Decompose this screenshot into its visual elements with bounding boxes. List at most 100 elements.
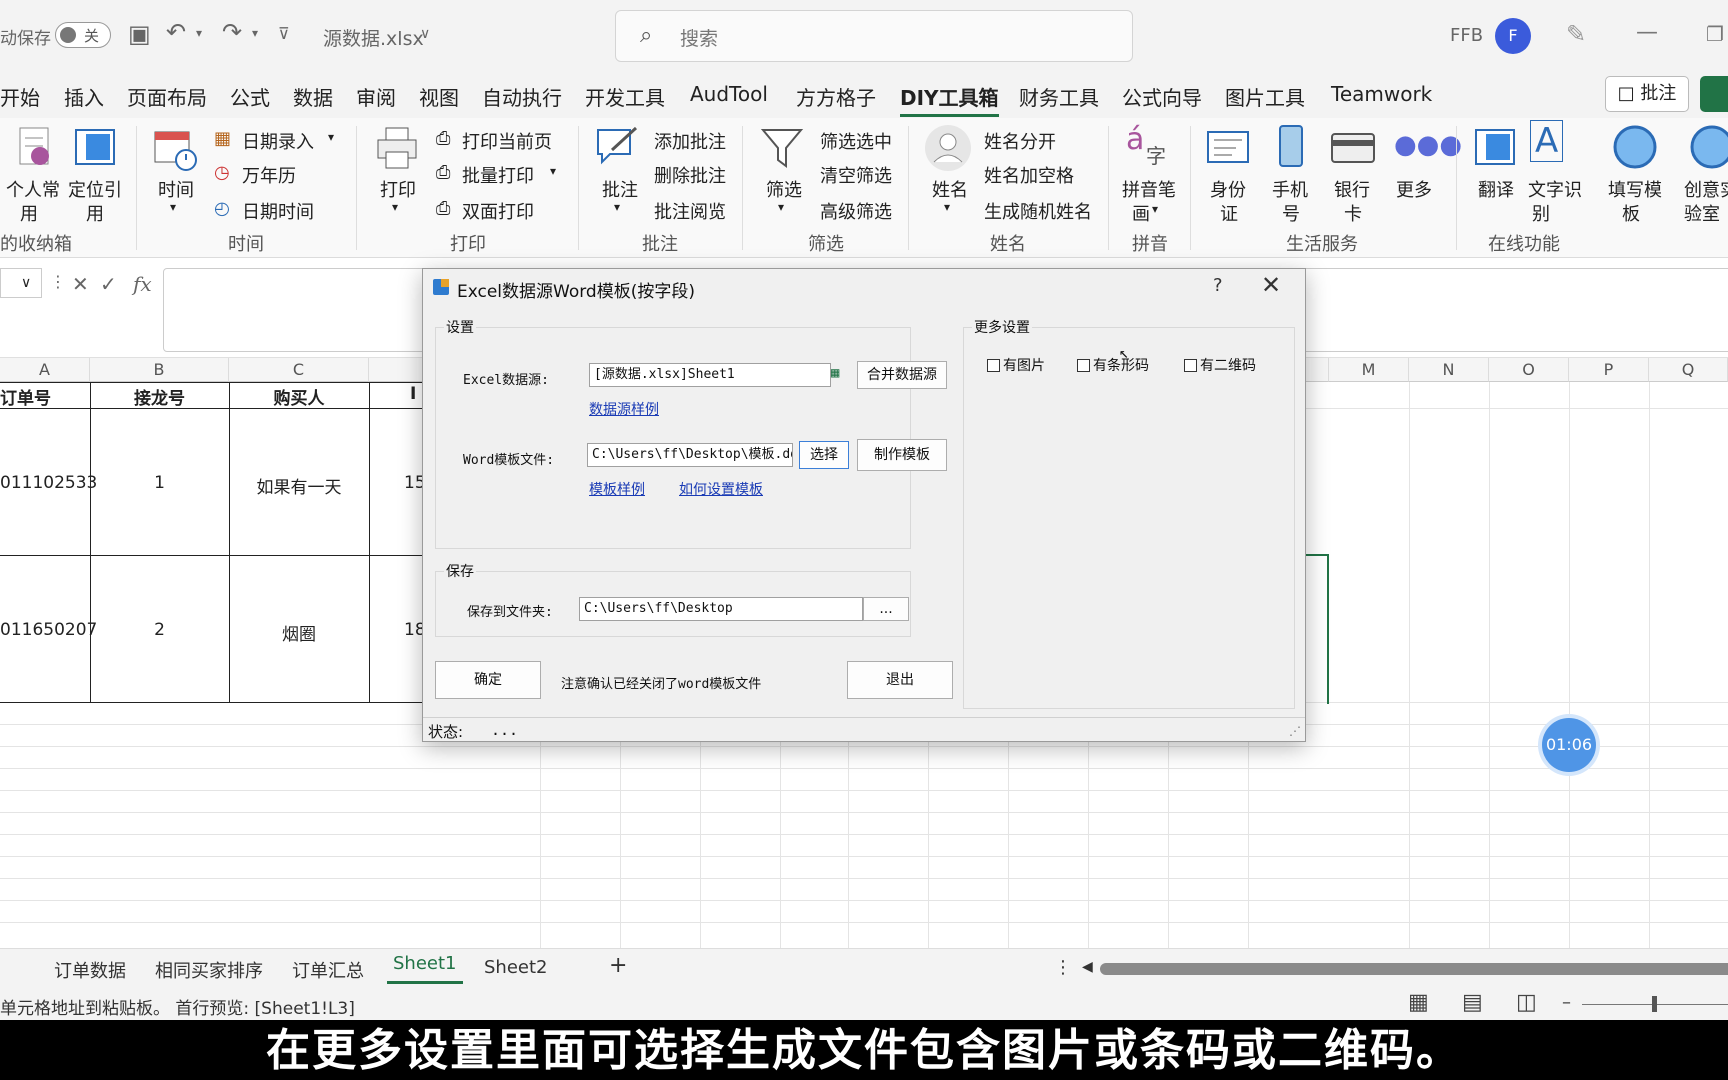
filter-selected-button[interactable]: 筛选选中 — [820, 128, 892, 154]
sheet-tab-summary[interactable]: 订单汇总 — [292, 957, 364, 983]
insert-function-icon[interactable]: fx — [133, 272, 152, 296]
chevron-down-icon[interactable]: ∨ — [420, 26, 430, 42]
zoom-out-icon[interactable]: – — [1562, 992, 1571, 1013]
source-sample-link[interactable]: 数据源样例 — [589, 399, 659, 419]
phone-line2[interactable]: 号 — [1282, 200, 1300, 226]
range-picker-icon[interactable]: ▦ — [831, 365, 839, 381]
column-header-p[interactable]: P — [1569, 358, 1649, 382]
name-add-space-button[interactable]: 姓名加空格 — [984, 162, 1074, 188]
cell-chain-no[interactable]: 1 — [90, 473, 229, 493]
share-button[interactable] — [1700, 76, 1728, 112]
tab-formula-wizard[interactable]: 公式向导 — [1122, 82, 1202, 111]
chevron-down-icon[interactable]: ∨ — [21, 275, 31, 291]
tab-insert[interactable]: 插入 — [64, 82, 104, 111]
excel-source-input[interactable]: [源数据.xlsx]Sheet1 — [589, 363, 831, 387]
batch-print-button[interactable]: 批量打印 — [462, 162, 534, 188]
tab-audtool[interactable]: AudTool — [690, 82, 768, 106]
chevron-down-icon[interactable]: ▾ — [1152, 202, 1158, 216]
horizontal-scrollbar[interactable] — [1100, 963, 1728, 975]
sheet-tab-sheet2[interactable]: Sheet2 — [484, 957, 548, 978]
fill-template-line1[interactable]: 填写模 — [1608, 176, 1662, 202]
tab-page-layout[interactable]: 页面布局 — [127, 82, 207, 111]
header-order-no[interactable]: 订单号 — [0, 384, 51, 409]
tab-home[interactable]: 开始 — [0, 82, 40, 111]
column-header-o[interactable]: O — [1489, 358, 1569, 382]
tab-fangfang[interactable]: 方方格子 — [796, 82, 876, 111]
word-template-input[interactable]: C:\Users\ff\Desktop\模板.docx — [587, 443, 793, 467]
tab-diy-toolbox[interactable]: DIY工具箱 — [900, 82, 999, 117]
chevron-down-icon[interactable]: ▾ — [328, 130, 334, 144]
undo-icon[interactable]: ↶ — [166, 18, 186, 46]
column-header-m[interactable]: M — [1329, 358, 1409, 382]
name-button-label[interactable]: 姓名 — [932, 176, 968, 202]
cell-buyer[interactable]: 如果有一天 — [229, 473, 369, 498]
column-header-q[interactable]: Q — [1649, 358, 1728, 382]
tab-finance[interactable]: 财务工具 — [1019, 82, 1099, 111]
template-sample-link[interactable]: 模板样例 — [589, 479, 645, 499]
creative-lab-line2[interactable]: 验室 — [1684, 200, 1720, 226]
sheet-tab-same-buyer[interactable]: 相同买家排序 — [155, 957, 263, 983]
help-button[interactable]: ? — [1213, 275, 1223, 296]
chevron-down-icon[interactable]: ▾ — [252, 26, 258, 40]
add-sheet-button[interactable]: + — [609, 953, 627, 978]
column-header-n[interactable]: N — [1409, 358, 1489, 382]
split-name-button[interactable]: 姓名分开 — [984, 128, 1056, 154]
pinyin-button-line2[interactable]: 画 — [1132, 200, 1150, 226]
translate-button[interactable]: 翻译 — [1478, 176, 1514, 202]
column-header-b[interactable]: B — [90, 358, 229, 382]
page-break-view-icon[interactable]: ◫ — [1516, 990, 1537, 1015]
print-current-page-button[interactable]: 打印当前页 — [462, 128, 552, 154]
id-card-line1[interactable]: 身份 — [1210, 176, 1246, 202]
creative-lab-line1[interactable]: 创意实 — [1684, 176, 1728, 202]
cell-order[interactable]: 011650207 — [0, 620, 97, 640]
ok-button[interactable]: 确定 — [435, 661, 541, 699]
more-sheets-icon[interactable]: ⋮ — [1054, 957, 1072, 978]
tab-formulas[interactable]: 公式 — [230, 82, 270, 111]
resize-grip-icon[interactable]: ⋰ — [1289, 724, 1301, 738]
id-card-line2[interactable]: 证 — [1220, 200, 1238, 226]
random-name-button[interactable]: 生成随机姓名 — [984, 198, 1092, 224]
comments-button[interactable]: □ 批注 — [1605, 76, 1689, 112]
locate-reference-line1[interactable]: 定位引 — [68, 176, 122, 202]
sheet-tab-orders[interactable]: 订单数据 — [54, 957, 126, 983]
chevron-down-icon[interactable]: ▾ — [550, 164, 556, 178]
save-icon[interactable]: ▣ — [128, 20, 151, 48]
column-header-a[interactable]: A — [0, 358, 90, 382]
name-box[interactable]: ∨ — [0, 268, 42, 298]
cell-order[interactable]: 011102533 — [0, 473, 97, 493]
cell-buyer[interactable]: 烟圈 — [229, 620, 369, 645]
header-chain-no[interactable]: 接龙号 — [90, 384, 229, 409]
clear-filter-button[interactable]: 清空筛选 — [820, 162, 892, 188]
ocr-line1[interactable]: 文字识 — [1528, 176, 1582, 202]
tab-review[interactable]: 审阅 — [356, 82, 396, 111]
confirm-icon[interactable]: ✓ — [100, 272, 117, 296]
pinyin-button-line1[interactable]: 拼音笔 — [1122, 176, 1176, 202]
favorites-button-line2[interactable]: 用 — [20, 200, 38, 226]
date-time-button[interactable]: 日期时间 — [242, 198, 314, 224]
has-qrcode-checkbox[interactable]: 有二维码 — [1184, 355, 1256, 375]
add-comment-button[interactable]: 添加批注 — [654, 128, 726, 154]
how-to-template-link[interactable]: 如何设置模板 — [679, 479, 763, 499]
sheet-tab-sheet1[interactable]: Sheet1 — [387, 953, 462, 984]
perpetual-calendar-button[interactable]: 万年历 — [242, 162, 296, 188]
tab-picture-tools[interactable]: 图片工具 — [1225, 82, 1305, 111]
normal-view-icon[interactable]: ▦ — [1408, 990, 1429, 1015]
view-comments-button[interactable]: 批注阅览 — [654, 198, 726, 224]
chevron-down-icon[interactable]: ▾ — [392, 200, 398, 214]
pen-icon[interactable]: ✎ — [1566, 20, 1586, 48]
avatar[interactable]: F — [1495, 18, 1531, 54]
merge-source-button[interactable]: 合并数据源 — [857, 361, 947, 389]
delete-comment-button[interactable]: 删除批注 — [654, 162, 726, 188]
customize-toolbar-icon[interactable]: ⊽ — [278, 24, 290, 43]
make-template-button[interactable]: 制作模板 — [857, 439, 947, 471]
cell-chain-no[interactable]: 2 — [90, 620, 229, 640]
save-folder-input[interactable]: C:\Users\ff\Desktop — [579, 597, 863, 621]
print-button-label[interactable]: 打印 — [380, 176, 416, 202]
bank-card-line2[interactable]: 卡 — [1344, 200, 1362, 226]
has-barcode-checkbox[interactable]: 有条形码 — [1077, 355, 1149, 375]
date-entry-button[interactable]: 日期录入 — [242, 128, 314, 154]
comment-button-label[interactable]: 批注 — [602, 176, 638, 202]
favorites-button-line1[interactable]: 个人常 — [6, 176, 60, 202]
cancel-icon[interactable]: ✕ — [72, 272, 89, 296]
header-buyer[interactable]: 购买人 — [229, 384, 369, 409]
